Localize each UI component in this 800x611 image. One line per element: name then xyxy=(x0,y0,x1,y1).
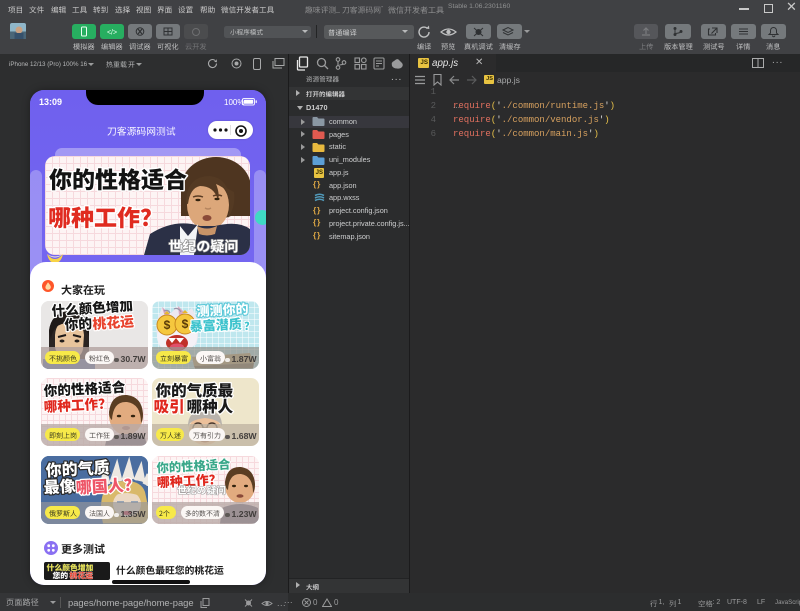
svg-text:$: $ xyxy=(164,318,171,332)
svg-text:</>: </> xyxy=(107,30,117,37)
